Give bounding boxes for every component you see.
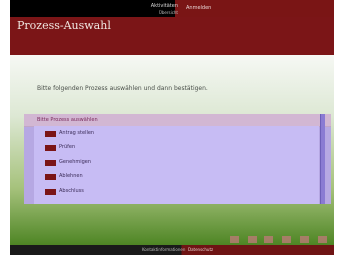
panel-header-label: Bitte Prozess auswählen bbox=[37, 117, 98, 123]
footer-contact-link[interactable]: Kontaktinformationen bbox=[142, 247, 185, 252]
process-item-label: Prüfen bbox=[59, 144, 76, 150]
top-left-link[interactable]: Aktivitäten bbox=[144, 4, 178, 9]
process-item-label: Ablehnen bbox=[59, 173, 83, 179]
intro-text: Bitte folgenden Prozess auswählen und da… bbox=[37, 85, 208, 92]
main-content: Bitte folgenden Prozess auswählen und da… bbox=[10, 55, 334, 245]
app-frame: Aktivitäten Übersicht Anmelden Prozess-A… bbox=[10, 0, 334, 255]
process-item-label: Antrag stellen bbox=[59, 130, 95, 136]
decorative-dots bbox=[230, 236, 332, 244]
item-marker-icon bbox=[45, 174, 56, 180]
item-marker-icon bbox=[45, 189, 56, 195]
page-title: Prozess-Auswahl bbox=[17, 19, 111, 32]
item-marker-icon bbox=[45, 160, 56, 166]
item-marker-icon bbox=[45, 131, 56, 137]
login-link[interactable]: Anmelden bbox=[186, 5, 211, 11]
process-selection-panel: Bitte Prozess auswählen Antrag stellen P… bbox=[24, 114, 331, 204]
top-left-subtext: Übersicht bbox=[158, 10, 178, 15]
process-item-label: Genehmigen bbox=[59, 159, 92, 165]
footer-privacy-link[interactable]: Datenschutz bbox=[188, 247, 213, 252]
process-item-label: Abschluss bbox=[59, 188, 84, 194]
item-marker-icon bbox=[45, 145, 56, 151]
panel-scrollbar[interactable] bbox=[320, 114, 325, 204]
